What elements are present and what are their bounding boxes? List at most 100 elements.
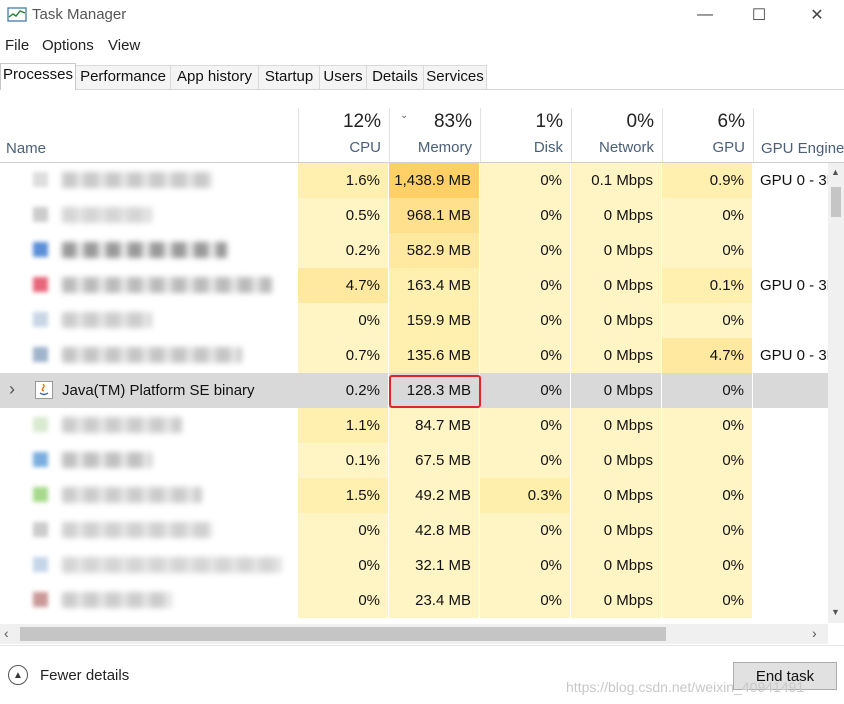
highlight-box	[389, 375, 481, 408]
network-total: 0%	[626, 111, 654, 132]
table-row[interactable]: 0.1% 67.5 MB 0% 0 Mbps 0%	[0, 443, 828, 478]
column-divider	[298, 108, 299, 162]
redacted-process-name	[62, 277, 272, 293]
table-row[interactable]: 4.7%163.4 MB0%0 Mbps0.1% GPU 0 - 3D	[0, 268, 828, 303]
menu-view[interactable]: View	[108, 37, 140, 54]
tab-users[interactable]: Users	[319, 65, 367, 89]
redacted-process-name	[62, 242, 227, 258]
table-row[interactable]: 0.2% 582.9 MB 0% 0 Mbps 0%	[0, 233, 828, 268]
column-divider	[389, 108, 390, 162]
fewer-details-button[interactable]: ▲ Fewer details	[8, 665, 129, 685]
disk-cell: 0%	[480, 198, 571, 233]
vertical-scrollbar[interactable]: ▲ ▼	[828, 163, 844, 623]
network-cell: 0 Mbps	[571, 338, 662, 373]
redacted-process-name	[62, 487, 202, 503]
cpu-cell: 0%	[298, 303, 389, 338]
app-icon	[33, 522, 48, 537]
tab-processes[interactable]: Processes	[0, 63, 76, 90]
process-name: Java(TM) Platform SE binary	[62, 382, 255, 399]
memory-cell: 32.1 MB	[389, 548, 480, 583]
disk-cell: 0%	[480, 163, 571, 198]
scroll-down-icon[interactable]: ▼	[831, 607, 840, 617]
disk-cell: 0%	[480, 408, 571, 443]
column-header-disk[interactable]: 1% Disk	[480, 108, 571, 162]
redacted-process-name	[62, 312, 152, 328]
gpu-engine-cell	[753, 408, 828, 443]
gpu-total: 6%	[717, 111, 745, 132]
gpu-cell: 0%	[662, 198, 753, 233]
network-cell: 0.1 Mbps	[571, 163, 662, 198]
memory-cell: 1,438.9 MB	[389, 163, 480, 198]
memory-cell: 159.9 MB	[389, 303, 480, 338]
cpu-cell: 0.2%	[298, 233, 389, 268]
table-row[interactable]: 0% 32.1 MB 0% 0 Mbps 0%	[0, 548, 828, 583]
column-header-cpu[interactable]: 12% CPU	[298, 108, 389, 162]
tab-app-history[interactable]: App history	[170, 65, 259, 89]
cpu-total: 12%	[342, 111, 381, 132]
network-cell: 0 Mbps	[571, 478, 662, 513]
vertical-scroll-thumb[interactable]	[831, 187, 841, 217]
scroll-up-icon[interactable]: ▲	[831, 167, 840, 177]
disk-cell: 0%	[480, 548, 571, 583]
horizontal-scrollbar[interactable]: ‹ ›	[0, 624, 828, 644]
column-divider	[753, 108, 754, 162]
gpu-engine-cell	[753, 478, 828, 513]
network-cell: 0 Mbps	[571, 408, 662, 443]
column-header-name[interactable]: Name	[6, 140, 46, 157]
network-cell: 0 Mbps	[571, 303, 662, 338]
gpu-cell: 0%	[662, 513, 753, 548]
network-cell: 0 Mbps	[571, 233, 662, 268]
gpu-engine-cell: GPU 0 - 3D	[760, 347, 828, 364]
gpu-engine-cell: GPU 0 - 3D	[760, 277, 828, 294]
app-icon	[33, 417, 48, 432]
table-row[interactable]: 0% 159.9 MB 0% 0 Mbps 0%	[0, 303, 828, 338]
cpu-cell: 0.2%	[298, 373, 389, 408]
table-row[interactable]: 1.5% 49.2 MB 0.3% 0 Mbps 0%	[0, 478, 828, 513]
column-header-memory[interactable]: 83% Memory	[389, 108, 480, 162]
cpu-cell: 0.7%	[298, 338, 389, 373]
expand-chevron-icon[interactable]: ›	[9, 379, 15, 400]
table-row[interactable]: 0% 23.4 MB 0% 0 Mbps 0%	[0, 583, 828, 618]
app-icon	[33, 592, 48, 607]
column-header-network[interactable]: 0% Network	[571, 108, 662, 162]
minimize-icon: —	[697, 6, 713, 23]
table-row[interactable]: 0.7%135.6 MB0%0 Mbps4.7% GPU 0 - 3D	[0, 338, 828, 373]
table-row[interactable]: 1.1% 84.7 MB 0% 0 Mbps 0%	[0, 408, 828, 443]
app-icon	[33, 172, 48, 187]
tab-services[interactable]: Services	[423, 65, 487, 89]
table-row[interactable]: 0% 42.8 MB 0% 0 Mbps 0%	[0, 513, 828, 548]
gpu-cell: 0%	[662, 478, 753, 513]
gpu-engine-cell	[753, 583, 828, 618]
table-row[interactable]: 1.6%1,438.9 MB0%0.1 Mbps0.9% GPU 0 - 3D	[0, 163, 828, 198]
tab-startup[interactable]: Startup	[258, 65, 320, 89]
memory-cell: 84.7 MB	[389, 408, 480, 443]
gpu-cell: 0%	[662, 408, 753, 443]
scroll-right-icon[interactable]: ›	[812, 625, 817, 641]
cpu-cell: 4.7%	[298, 268, 389, 303]
disk-cell: 0%	[480, 443, 571, 478]
scroll-left-icon[interactable]: ‹	[4, 625, 9, 641]
horizontal-scroll-thumb[interactable]	[20, 627, 666, 641]
table-row[interactable]: 0.5% 968.1 MB 0% 0 Mbps 0%	[0, 198, 828, 233]
column-header-gpu[interactable]: 6% GPU	[662, 108, 753, 162]
disk-cell: 0%	[480, 513, 571, 548]
app-icon	[33, 242, 48, 257]
maximize-button[interactable]: ☐	[736, 0, 782, 30]
network-label: Network	[598, 139, 654, 156]
minimize-button[interactable]: —	[682, 0, 728, 30]
menu-file[interactable]: File	[5, 37, 29, 54]
tab-performance[interactable]: Performance	[75, 65, 171, 89]
disk-cell: 0%	[480, 268, 571, 303]
memory-cell: 67.5 MB	[389, 443, 480, 478]
gpu-engine-cell	[753, 513, 828, 548]
redacted-process-name	[62, 557, 282, 573]
redacted-process-name	[62, 522, 212, 538]
cpu-label: CPU	[349, 139, 381, 156]
menu-options[interactable]: Options	[42, 37, 94, 54]
tab-details[interactable]: Details	[366, 65, 424, 89]
gpu-cell: 0.9%	[662, 163, 753, 198]
gpu-engine-cell	[753, 548, 828, 583]
column-header-gpu-engine[interactable]: GPU Engine	[761, 140, 844, 157]
cpu-cell: 0%	[298, 583, 389, 618]
close-button[interactable]: ✕	[794, 0, 840, 30]
